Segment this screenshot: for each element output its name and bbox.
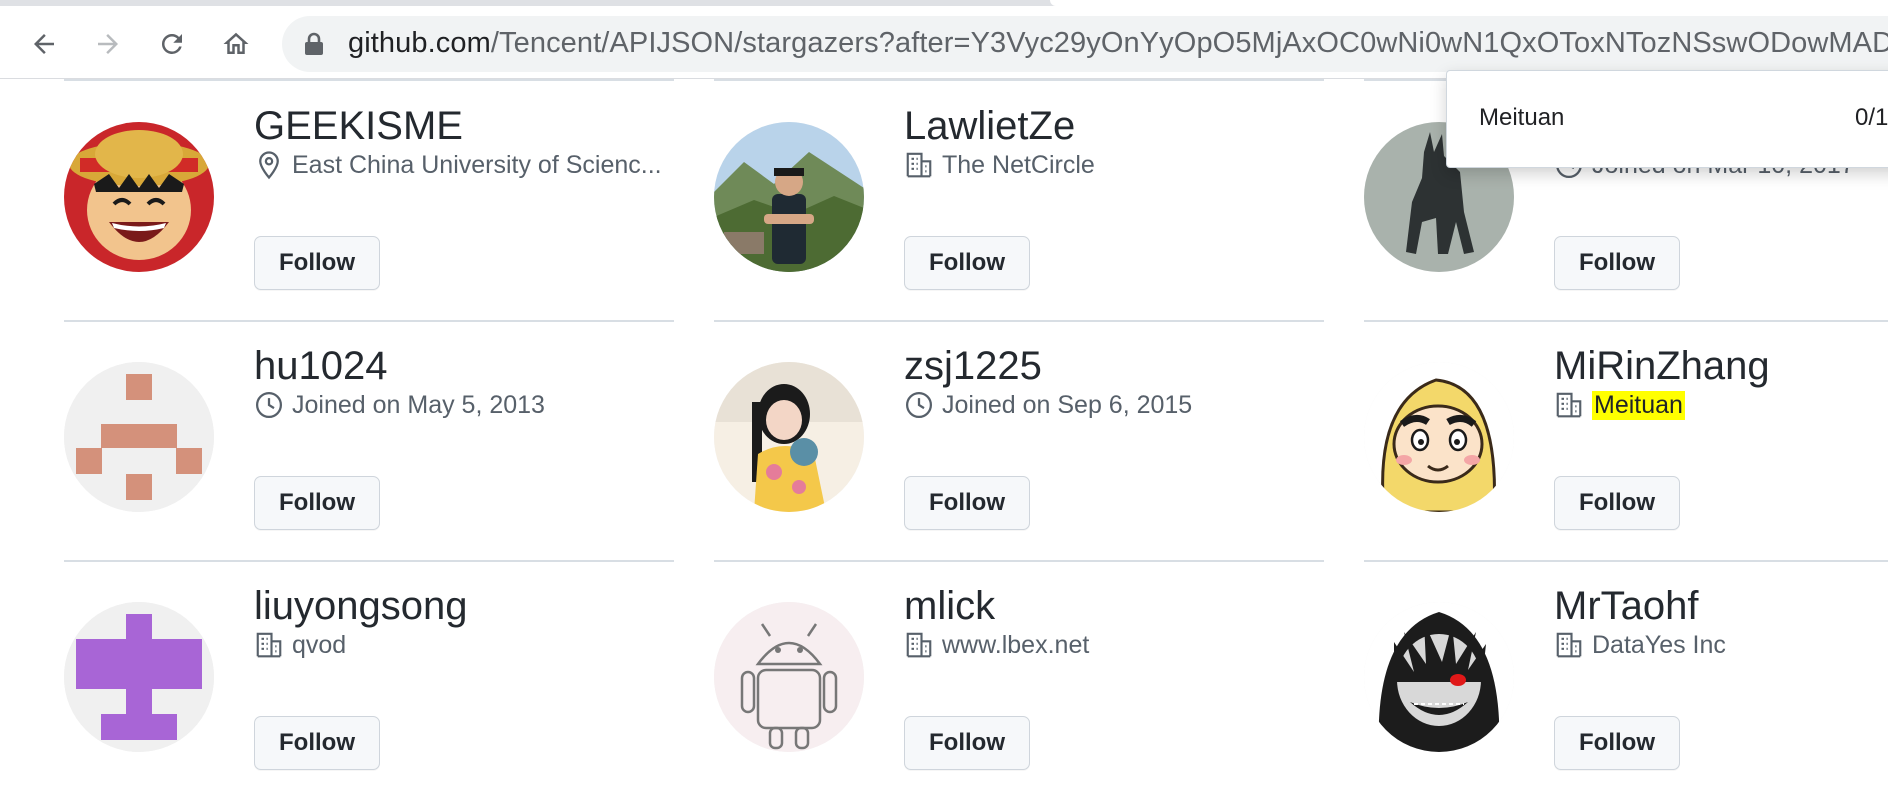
username[interactable]: LawlietZe (904, 104, 1075, 149)
find-match-count: 0/1 (1855, 104, 1888, 131)
username[interactable]: mlick (904, 584, 995, 629)
username[interactable]: GEEKISME (254, 104, 463, 149)
user-meta: www.lbex.net (904, 630, 1089, 660)
avatar[interactable] (64, 122, 214, 272)
user-meta-text: The NetCircle (942, 150, 1095, 179)
user-meta: Meituan (1554, 390, 1685, 420)
follow-button[interactable]: Follow (254, 236, 380, 290)
user-meta-text: DataYes Inc (1592, 630, 1726, 659)
follow-button[interactable]: Follow (254, 476, 380, 530)
user-card: liuyongsong qvod Follow (64, 560, 674, 800)
home-icon (223, 32, 249, 54)
home-button[interactable] (214, 22, 258, 66)
follow-button[interactable]: Follow (904, 236, 1030, 290)
username[interactable]: hu1024 (254, 344, 387, 389)
avatar[interactable] (714, 122, 864, 272)
user-meta: qvod (254, 630, 346, 660)
avatar-image (64, 122, 214, 272)
search-highlight: Meituan (1592, 390, 1685, 420)
username[interactable]: zsj1225 (904, 344, 1042, 389)
organization-icon (1556, 392, 1582, 418)
user-card: mlick www.lbex.net Follow (714, 560, 1324, 800)
avatar-image (1364, 362, 1514, 512)
avatar[interactable] (64, 362, 214, 512)
user-card: LawlietZe The NetCircle Follow (714, 80, 1324, 320)
clock-icon (906, 392, 932, 418)
identicon-image (64, 602, 214, 752)
avatar-image (714, 362, 864, 512)
user-card: zsj1225 Joined on Sep 6, 2015 Follow (714, 320, 1324, 560)
avatar[interactable] (1364, 602, 1514, 752)
user-meta: DataYes Inc (1554, 630, 1726, 660)
follow-button[interactable]: Follow (904, 476, 1030, 530)
user-card: GEEKISME East China University of Scienc… (64, 80, 674, 320)
forward-button[interactable] (86, 22, 130, 66)
user-meta-text: Joined on Sep 6, 2015 (942, 390, 1193, 419)
back-button[interactable] (22, 22, 66, 66)
username[interactable]: MiRinZhang (1554, 344, 1770, 389)
follow-button[interactable]: Follow (254, 716, 380, 770)
user-meta-text: Joined on May 5, 2013 (292, 390, 545, 419)
url-text: github.com/Tencent/APIJSON/stargazers?af… (348, 27, 1888, 60)
user-card: MrTaohf DataYes Inc Follow (1364, 560, 1888, 800)
username[interactable]: liuyongsong (254, 584, 468, 629)
avatar[interactable] (1364, 362, 1514, 512)
organization-icon (906, 152, 932, 178)
browser-toolbar: github.com/Tencent/APIJSON/stargazers?af… (0, 6, 1888, 79)
avatar[interactable] (64, 602, 214, 752)
avatar-image (714, 602, 864, 752)
follow-button[interactable]: Follow (1554, 716, 1680, 770)
avatar[interactable] (714, 362, 864, 512)
forward-icon (98, 34, 118, 54)
reload-icon (161, 33, 182, 54)
location-icon (259, 151, 279, 180)
organization-icon (1556, 632, 1582, 658)
user-card: hu1024 Joined on May 5, 2013 Follow (64, 320, 674, 560)
user-meta: The NetCircle (904, 150, 1095, 180)
user-meta: East China University of Scienc... (254, 150, 662, 180)
user-meta-text: qvod (292, 630, 347, 659)
avatar[interactable] (714, 602, 864, 752)
url-path: /Tencent/APIJSON/stargazers?after=Y3Vyc2… (490, 27, 1888, 59)
address-bar[interactable]: github.com/Tencent/APIJSON/stargazers?af… (282, 16, 1888, 72)
user-meta-text: www.lbex.net (942, 630, 1090, 659)
reload-button[interactable] (150, 22, 194, 66)
follow-button[interactable]: Follow (1554, 236, 1680, 290)
find-input[interactable]: Meituan (1479, 104, 1564, 132)
user-meta: Joined on Sep 6, 2015 (904, 390, 1192, 420)
user-card: MiRinZhang Meituan Follow (1364, 320, 1888, 560)
organization-icon (906, 632, 932, 658)
username[interactable]: MrTaohf (1554, 584, 1699, 629)
avatar-image (1364, 602, 1514, 752)
organization-icon (256, 632, 282, 658)
user-meta-text: East China University of Scienc... (292, 150, 662, 179)
identicon-image (64, 362, 214, 512)
clock-icon (256, 392, 282, 418)
follow-button[interactable]: Follow (1554, 476, 1680, 530)
user-meta: Joined on May 5, 2013 (254, 390, 545, 420)
back-icon (34, 34, 54, 54)
follow-button[interactable]: Follow (904, 716, 1030, 770)
find-in-page-bar: Meituan 0/1 (1446, 70, 1888, 168)
avatar-image (714, 122, 864, 272)
lock-icon (305, 32, 323, 55)
url-host: github.com (348, 27, 491, 59)
